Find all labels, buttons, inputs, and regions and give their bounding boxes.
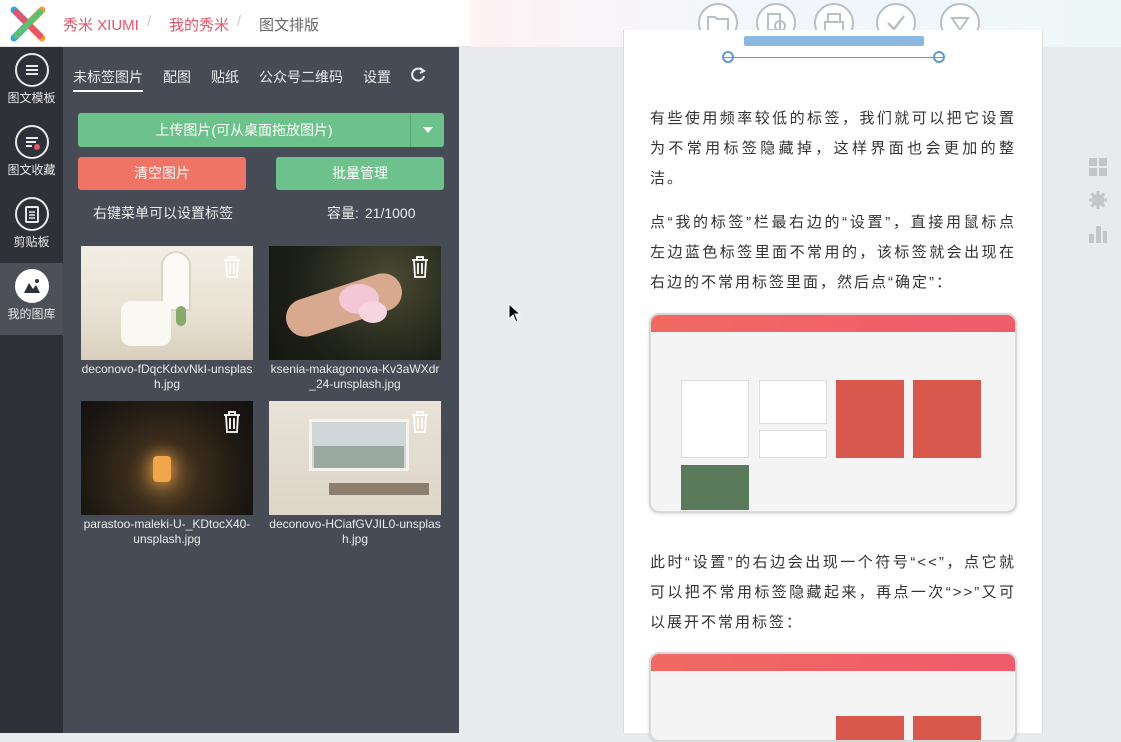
image-filename: parastoo-maleki-U-_KDtocX40-unsplash.jpg: [83, 517, 251, 546]
screenshot-card: [836, 380, 904, 458]
screenshot-card: [913, 716, 981, 740]
tab-qrcode[interactable]: 公众号二维码: [259, 67, 343, 87]
gallery-icon: [14, 269, 49, 303]
screenshot-card: [759, 430, 827, 458]
section-title-underline: [724, 34, 944, 58]
upload-dropdown-button[interactable]: [410, 113, 444, 147]
image-item[interactable]: parastoo-maleki-U-_KDtocX40-unsplash.jpg: [81, 401, 253, 547]
image-thumbnail[interactable]: [269, 401, 441, 515]
bar-chart-icon[interactable]: [1088, 224, 1108, 244]
breadcrumb-separator: /: [237, 13, 242, 30]
image-thumbnail[interactable]: [81, 401, 253, 515]
clipboard-icon: [14, 197, 49, 231]
nav-gallery[interactable]: 我的图库: [0, 263, 63, 335]
screenshot-card: [913, 380, 981, 458]
mouse-cursor-icon: [508, 303, 522, 323]
xiumi-logo-icon[interactable]: [8, 4, 48, 44]
left-nav: 图文模板 图文收藏 剪贴板 我的图库: [0, 47, 63, 733]
delete-image-icon[interactable]: [223, 256, 241, 278]
template-icon: [14, 53, 49, 87]
screenshot-card: [836, 716, 904, 740]
tab-stickers[interactable]: 贴纸: [211, 67, 239, 87]
doc-screenshot-image[interactable]: [649, 313, 1017, 513]
doc-paragraph[interactable]: 点“我的标签”栏最右边的“设置”，直接用鼠标点左边蓝色标签里面不常用的，该标签就…: [650, 208, 1016, 298]
nav-template-label: 图文模板: [7, 91, 56, 105]
image-thumbnail[interactable]: [269, 246, 441, 360]
screenshot-header: [651, 315, 1015, 332]
screenshot-header: [651, 654, 1015, 671]
favorite-icon: [14, 125, 49, 159]
image-filename: ksenia-makagonova-Kv3aWXdr_24-unsplash.j…: [270, 362, 440, 391]
tab-illustration[interactable]: 配图: [163, 67, 191, 87]
batch-manage-button[interactable]: 批量管理: [276, 157, 444, 190]
nav-template[interactable]: 图文模板: [0, 47, 63, 119]
gear-icon[interactable]: [1088, 190, 1108, 210]
capacity-indicator: 容量: 21/1000: [327, 203, 416, 223]
breadcrumb-layout: 图文排版: [259, 17, 320, 34]
breadcrumb-my-xiumi[interactable]: 我的秀米: [169, 14, 229, 35]
image-item[interactable]: ksenia-makagonova-Kv3aWXdr_24-unsplash.j…: [269, 246, 441, 392]
ring-decoration-icon: [933, 51, 945, 63]
caret-down-icon: [422, 127, 433, 133]
clear-images-button[interactable]: 清空图片: [78, 157, 246, 190]
upload-button[interactable]: 上传图片(可从桌面拖放图片): [78, 113, 410, 147]
gallery-panel: 未标签图片 配图 贴纸 公众号二维码 设置 上传图片(可从桌面拖放图片) 清空图…: [63, 47, 459, 733]
nav-favorite-label: 图文收藏: [7, 163, 56, 177]
doc-screenshot-image[interactable]: [649, 652, 1017, 742]
delete-image-icon[interactable]: [411, 411, 429, 433]
brand-name[interactable]: 秀米 XIUMI: [63, 14, 139, 35]
image-filename: deconovo-fDqcKdxvNkI-unsplash.jpg: [81, 362, 253, 391]
grid-icon[interactable]: [1088, 157, 1108, 177]
nav-clipboard-label: 剪贴板: [13, 235, 50, 249]
doc-paragraph[interactable]: 有些使用频率较低的标签，我们就可以把它设置为不常用标签隐藏掉，这样界面也会更加的…: [650, 104, 1016, 194]
doc-paragraph[interactable]: 此时“设置”的右边会出现一个符号“<<”，点它就可以把不常用标签隐藏起来，再点一…: [650, 548, 1016, 638]
nav-favorite[interactable]: 图文收藏: [0, 119, 63, 191]
delete-image-icon[interactable]: [411, 256, 429, 278]
capacity-value: 21/1000: [364, 205, 416, 221]
image-thumbnail[interactable]: [81, 246, 253, 360]
tab-settings[interactable]: 设置: [363, 67, 391, 87]
screenshot-card: [681, 465, 749, 510]
image-filename: deconovo-HCiafGVJIL0-unsplash.jpg: [269, 517, 441, 546]
screenshot-card: [759, 380, 827, 424]
tab-untagged[interactable]: 未标签图片: [73, 67, 143, 92]
delete-image-icon[interactable]: [223, 411, 241, 433]
ring-decoration-icon: [722, 51, 734, 63]
right-click-hint: 右键菜单可以设置标签: [93, 205, 233, 221]
refresh-icon[interactable]: [409, 66, 427, 84]
document-canvas[interactable]: 有些使用频率较低的标签，我们就可以把它设置为不常用标签隐藏掉，这样界面也会更加的…: [623, 30, 1043, 742]
nav-clipboard[interactable]: 剪贴板: [0, 191, 63, 263]
breadcrumb-separator: /: [147, 13, 152, 30]
image-item[interactable]: deconovo-HCiafGVJIL0-unsplash.jpg: [269, 401, 441, 547]
nav-gallery-label: 我的图库: [7, 307, 56, 321]
screenshot-card: [681, 380, 749, 458]
image-item[interactable]: deconovo-fDqcKdxvNkI-unsplash.jpg: [81, 246, 253, 392]
capacity-label: 容量:: [327, 205, 359, 221]
